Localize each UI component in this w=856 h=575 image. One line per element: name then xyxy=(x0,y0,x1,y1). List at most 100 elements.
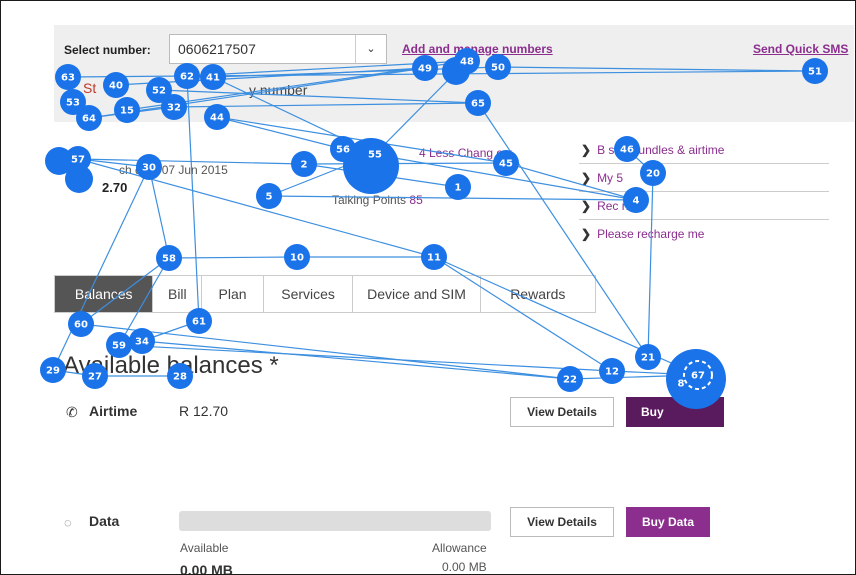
marker-cluster xyxy=(343,138,399,194)
annotation-marker: 1 xyxy=(445,174,471,200)
annotation-marker: 10 xyxy=(284,244,310,270)
annotation-marker: 34 xyxy=(129,328,155,354)
marker-label: 45 xyxy=(499,159,513,170)
annotation-marker: 55 xyxy=(362,141,388,167)
annotation-marker: 12 xyxy=(599,358,625,384)
tab-balances[interactable]: Balances xyxy=(55,276,154,312)
annotation-marker: 60 xyxy=(68,311,94,337)
marker-dot xyxy=(421,244,447,270)
select-number-label: Select number: xyxy=(64,43,151,57)
divider xyxy=(579,191,829,192)
marker-cluster xyxy=(65,165,93,193)
marker-dot xyxy=(65,146,91,172)
marker-label: 2 xyxy=(301,160,308,171)
less-change-link[interactable]: 4 Less Chang ow xyxy=(419,146,512,160)
tab-services[interactable]: Services xyxy=(264,276,354,312)
side-link-recharge[interactable]: ❯ Rec now xyxy=(581,199,644,213)
chevron-down-icon[interactable]: ⌄ xyxy=(355,35,386,63)
annotation-connector xyxy=(569,374,699,380)
tab-device-and-sim[interactable]: Device and SIM xyxy=(353,276,481,312)
tab-plan[interactable]: Plan xyxy=(202,276,264,312)
data-icon: ◌ xyxy=(64,515,72,530)
annotation-marker: 8 xyxy=(668,370,694,396)
airtime-value: R 12.70 xyxy=(179,403,229,419)
marker-label: 5 xyxy=(266,192,273,203)
annotation-marker: 56 xyxy=(330,136,356,162)
chevron-right-icon: ❯ xyxy=(581,143,592,157)
divider xyxy=(579,219,829,220)
annotation-marker: 21 xyxy=(635,344,661,370)
marker-label: 20 xyxy=(646,169,660,180)
side-link-label: B sfer bundles & airtime xyxy=(597,143,725,157)
talking-points-value: 85 xyxy=(409,193,423,207)
marker-cluster xyxy=(45,147,73,175)
marker-label: 57 xyxy=(71,155,85,166)
marker-label: 8 xyxy=(678,379,685,390)
annotation-marker: 67 xyxy=(685,362,711,388)
marker-dot xyxy=(685,362,711,388)
marker-dot xyxy=(445,174,471,200)
marker-label: 12 xyxy=(605,367,619,378)
marker-dot xyxy=(256,183,282,209)
side-link-label: Please recharge me xyxy=(597,227,705,241)
side-link-please-recharge[interactable]: ❯ Please recharge me xyxy=(581,227,704,241)
marker-label: 55 xyxy=(368,150,382,161)
marker-label: 22 xyxy=(563,375,577,386)
primary-number-text: y number xyxy=(249,82,308,98)
annotation-marker: 22 xyxy=(557,366,583,392)
marker-dot xyxy=(330,136,356,162)
annotation-marker: 11 xyxy=(421,244,447,270)
marker-label: 58 xyxy=(162,254,176,265)
side-link-my5[interactable]: ❯ My 5 xyxy=(581,171,623,185)
annotation-marker: 58 xyxy=(156,245,182,271)
annotation-connector xyxy=(148,166,170,259)
marker-dot xyxy=(291,151,317,177)
annotation-connector xyxy=(303,162,507,165)
chevron-right-icon: ❯ xyxy=(581,227,592,241)
tab-bill[interactable]: Bill xyxy=(153,276,203,312)
marker-label: 59 xyxy=(112,341,126,352)
airtime-label: Airtime xyxy=(89,403,138,419)
recharge-date-text: ch date 07 Jun 2015 xyxy=(119,163,228,177)
data-view-details-button[interactable]: View Details xyxy=(510,507,614,537)
divider xyxy=(579,163,829,164)
marker-label: 1 xyxy=(455,183,462,194)
marker-label: 56 xyxy=(336,145,350,156)
available-value: 0.00 MB xyxy=(180,562,233,575)
annotation-connector xyxy=(611,370,699,376)
marker-dot xyxy=(68,311,94,337)
marker-dot xyxy=(635,344,661,370)
marker-label: 21 xyxy=(641,353,655,364)
tab-bar: Balances Bill Plan Services Device and S… xyxy=(54,275,596,313)
marker-dot xyxy=(129,328,155,354)
tab-rewards[interactable]: Rewards xyxy=(481,276,595,312)
status-fragment: St xyxy=(83,80,97,96)
side-link-transfer[interactable]: ❯ B sfer bundles & airtime xyxy=(581,143,724,157)
highlight-ring xyxy=(683,360,713,390)
marker-dot xyxy=(284,244,310,270)
send-quick-sms-link[interactable]: Send Quick SMS xyxy=(753,42,848,56)
marker-label: 34 xyxy=(135,337,149,348)
data-label: Data xyxy=(89,513,120,529)
page-title: Available balances * xyxy=(63,352,279,379)
side-link-label: Rec now xyxy=(597,199,644,213)
selected-number: 0606217507 xyxy=(178,41,256,57)
marker-dot xyxy=(668,370,694,396)
annotation-connector xyxy=(141,320,200,342)
data-usage-bar xyxy=(179,511,491,531)
annotation-connector xyxy=(168,256,298,259)
annotation-connector xyxy=(52,166,150,371)
phone-icon: ✆ xyxy=(66,404,78,420)
buy-airtime-button[interactable]: Buy xyxy=(626,397,724,427)
talking-points-label: Talking Points xyxy=(332,193,407,207)
marker-dot xyxy=(557,366,583,392)
buy-data-button[interactable]: Buy Data xyxy=(626,507,710,537)
add-manage-numbers-link[interactable]: Add and manage numbers xyxy=(402,42,553,56)
airtime-summary-value: 2.70 xyxy=(102,180,128,195)
number-select[interactable]: 0606217507 ⌄ xyxy=(169,34,387,64)
airtime-view-details-button[interactable]: View Details xyxy=(510,397,614,427)
allowance-value: 0.00 MB xyxy=(442,560,487,574)
annotation-marker: 2 xyxy=(291,151,317,177)
screenshot-frame: Select number: 0606217507 ⌄ Add and mana… xyxy=(0,0,856,575)
annotation-connector xyxy=(303,163,459,188)
